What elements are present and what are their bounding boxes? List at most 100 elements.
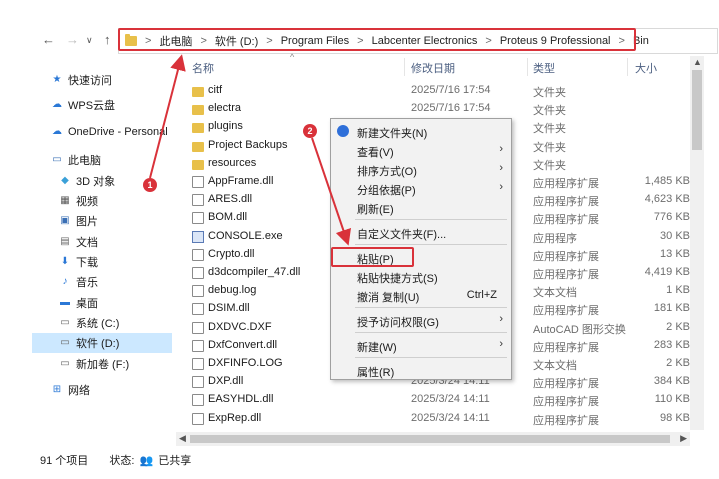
sidebar-item-label: 视频	[76, 196, 98, 208]
sidebar-item-3d-objects[interactable]: ◆ 3D 对象	[58, 171, 115, 191]
file-icon	[192, 358, 204, 370]
menu-item-new-folder[interactable]: 新建文件夹(N)	[331, 121, 511, 141]
music-icon: ♪	[62, 276, 68, 287]
menu-item-customize-folder[interactable]: 自定义文件夹(F)...	[331, 222, 511, 242]
up-arrow-icon[interactable]: ↑	[104, 32, 111, 47]
file-name: AppFrame.dll	[208, 175, 274, 187]
sidebar-item-drive-c[interactable]: ▭ 系统 (C:)	[58, 313, 119, 333]
file-row[interactable]: citf 2025/7/16 17:54 文件夹	[186, 82, 690, 100]
horizontal-scrollbar[interactable]: ◀ ▶	[176, 432, 690, 446]
paste-highlight	[331, 247, 414, 267]
application-icon	[192, 230, 204, 243]
file-name: DXP.dll	[208, 375, 244, 388]
file-row[interactable]: EASYHDL.dll 2025/3/24 14:11 应用程序扩展 110 KB	[186, 391, 690, 409]
menu-item-undo-copy[interactable]: 撤消 复制(U) Ctrl+Z	[331, 285, 511, 305]
computer-icon: ▭	[52, 154, 62, 165]
vertical-scrollbar[interactable]: ▲	[690, 56, 704, 430]
sidebar-item-label: 系统 (C:)	[76, 318, 120, 330]
file-name: DSIM.dll	[208, 302, 250, 315]
sort-ascending-icon: ^	[290, 52, 295, 62]
file-type: 文件夹	[533, 87, 566, 99]
column-header-date[interactable]: 修改日期	[411, 60, 455, 80]
folder-icon	[192, 105, 204, 116]
column-divider[interactable]	[527, 58, 528, 76]
shortcut-label: Ctrl+Z	[466, 289, 497, 301]
sidebar-item-this-pc[interactable]: ▭ 此电脑	[50, 150, 101, 170]
sidebar-item-onedrive[interactable]: ☁ OneDrive - Personal	[50, 122, 168, 142]
menu-item-refresh[interactable]: 刷新(E)	[331, 197, 511, 217]
menu-item-group-by[interactable]: 分组依据(P) ›	[331, 178, 511, 198]
sidebar-item-label: 快速访问	[68, 75, 112, 87]
shared-status: 已共享	[158, 455, 192, 467]
file-name: ARES.dll	[208, 193, 253, 206]
sidebar-item-desktop[interactable]: ▬ 桌面	[58, 293, 98, 313]
file-size: 384 KB	[653, 375, 690, 388]
sidebar-item-drive-d[interactable]: ▭ 软件 (D:)	[32, 333, 172, 353]
column-header-name[interactable]: 名称	[192, 60, 214, 80]
file-size: 30 KB	[660, 229, 690, 242]
horizontal-scroll-thumb[interactable]	[190, 435, 670, 443]
recent-locations-icon[interactable]: ∨	[86, 35, 93, 46]
file-icon	[192, 376, 204, 389]
file-type: 应用程序扩展	[533, 414, 599, 427]
column-divider[interactable]	[404, 58, 405, 76]
sidebar-item-label: OneDrive - Personal	[68, 126, 168, 138]
file-name: CONSOLE.exe	[208, 229, 283, 242]
sidebar-item-drive-f[interactable]: ▭ 新加卷 (F:)	[58, 354, 129, 374]
menu-item-view[interactable]: 查看(V) ›	[331, 140, 511, 160]
sidebar-item-pictures[interactable]: ▣ 图片	[58, 211, 98, 231]
video-icon: ▦	[60, 195, 70, 206]
file-size: 1,485 KB	[644, 175, 690, 187]
file-type: 文件夹	[533, 105, 566, 118]
file-name: DXFINFO.LOG	[208, 357, 283, 369]
drive-icon: ▭	[60, 337, 70, 348]
scroll-up-arrow-icon[interactable]: ▲	[693, 57, 702, 67]
sidebar-item-label: 音乐	[76, 277, 98, 289]
file-name: DxfConvert.dll	[208, 338, 278, 351]
sidebar-item-wps-cloud[interactable]: ☁ WPS云盘	[50, 95, 115, 115]
file-type: 应用程序扩展	[533, 378, 599, 391]
file-row[interactable]: ExpRep.dll 2025/3/24 14:11 应用程序扩展 98 KB	[186, 410, 690, 428]
item-count: 91 个项目	[40, 455, 89, 467]
sidebar-item-label: 网络	[68, 385, 90, 397]
sidebar-item-network[interactable]: ⊞ 网络	[50, 380, 90, 400]
vertical-scroll-thumb[interactable]	[692, 70, 702, 150]
document-icon: ▤	[60, 236, 70, 247]
sidebar-item-quick-access[interactable]: ★ 快速访问	[50, 70, 112, 90]
address-bar-highlight	[118, 28, 636, 51]
sidebar-item-music[interactable]: ♪ 音乐	[58, 272, 99, 292]
file-icon	[192, 412, 204, 425]
status-label: 状态:	[109, 455, 135, 467]
sidebar-item-videos[interactable]: ▦ 视频	[58, 191, 98, 211]
sidebar-item-downloads[interactable]: ⬇ 下载	[58, 252, 98, 272]
menu-item-give-access[interactable]: 授予访问权限(G) ›	[331, 310, 511, 330]
sidebar-item-label: 3D 对象	[76, 176, 116, 188]
file-date: 2025/3/24 14:11	[411, 411, 490, 424]
file-row[interactable]: electra 2025/7/16 17:54 文件夹	[186, 100, 690, 118]
file-icon	[192, 267, 204, 279]
column-header-size[interactable]: 大小	[635, 60, 657, 80]
file-type: 应用程序	[533, 232, 577, 245]
file-icon	[192, 303, 204, 316]
file-name: DXDVC.DXF	[208, 320, 272, 333]
menu-item-properties[interactable]: 属性(R)	[331, 360, 511, 380]
back-arrow-icon[interactable]: ←	[42, 32, 55, 47]
column-header-type[interactable]: 类型	[533, 60, 555, 80]
file-type: 文本文档	[533, 360, 577, 372]
file-type: 应用程序扩展	[533, 341, 599, 354]
file-size: 2 KB	[666, 357, 690, 369]
file-name: plugins	[208, 120, 243, 133]
step-marker-1: 1	[143, 178, 157, 192]
sidebar-item-documents[interactable]: ▤ 文档	[58, 232, 98, 252]
cloud-icon: ☁	[52, 99, 62, 110]
menu-item-paste-shortcut[interactable]: 粘贴快捷方式(S)	[331, 266, 511, 286]
menu-item-new[interactable]: 新建(W) ›	[331, 335, 511, 355]
scroll-left-arrow-icon[interactable]: ◀	[179, 433, 186, 444]
status-bar: 91 个项目 状态: 👥 已共享	[40, 452, 209, 468]
step-marker-2: 2	[303, 124, 317, 138]
scroll-right-arrow-icon[interactable]: ▶	[680, 433, 687, 444]
column-divider[interactable]	[627, 58, 628, 76]
menu-item-sort-by[interactable]: 排序方式(O) ›	[331, 159, 511, 179]
cube-icon: ◆	[61, 175, 69, 186]
forward-arrow-icon[interactable]: →	[66, 32, 79, 47]
